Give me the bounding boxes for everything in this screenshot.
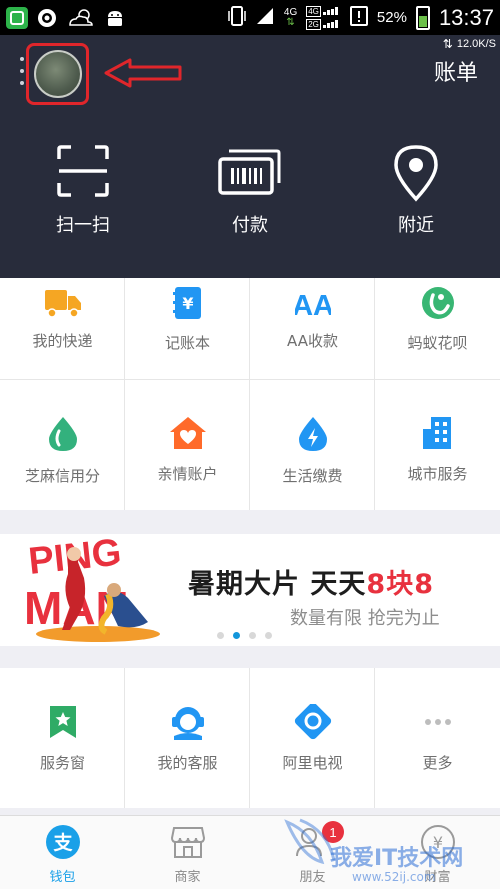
grid-item-aa[interactable]: AA AA收款 (250, 288, 375, 351)
battery-fill (418, 16, 427, 27)
shop-icon (170, 827, 205, 858)
android-icon (104, 7, 126, 29)
grid-item-customer-service[interactable]: 我的客服 (125, 704, 250, 773)
tab-wallet-label: 钱包 (49, 870, 76, 885)
grid-item-city[interactable]: 城市服务 (375, 415, 500, 484)
aa-label: AA收款 (287, 332, 338, 350)
alert-icon (349, 5, 368, 31)
bolt-drop-icon (298, 417, 327, 451)
tab-wallet[interactable]: 支 钱包 (0, 824, 125, 885)
scan-label: 扫一扫 (56, 215, 110, 236)
huabei-label: 蚂蚁花呗 (407, 334, 468, 352)
grid-item-utilities[interactable]: 生活缴费 (250, 415, 375, 486)
banner-title-main: 暑期大片 天天 (188, 569, 367, 600)
more-dots-icon (424, 719, 451, 725)
avatar-highlight-box (26, 43, 89, 105)
grid-item-sesame[interactable]: 芝麻信用分 (0, 415, 125, 486)
avatar[interactable] (33, 50, 82, 98)
watermark-text: 我爱IT技术网 (330, 846, 464, 871)
location-pin-icon (394, 145, 438, 202)
sim1-label: 4G (306, 5, 321, 17)
network-4g-label: 4G (283, 6, 298, 18)
banner-title-highlight: 8块8 (366, 569, 434, 600)
customer-service-icon (171, 707, 204, 740)
tab-merchant[interactable]: 商家 (125, 824, 250, 885)
vibrate-icon (228, 5, 246, 31)
status-time: 13:37 (438, 4, 494, 30)
barcode-icon (218, 149, 281, 195)
customer-service-label: 我的客服 (157, 754, 218, 772)
site-watermark: 我爱IT技术网 www.52ij.com (282, 808, 500, 889)
movie-poster-image: PING MAN (24, 538, 160, 642)
grid-item-ledger[interactable]: ¥ 记账本 (125, 286, 250, 353)
more-label: 更多 (422, 754, 453, 772)
heart-house-icon (169, 417, 206, 449)
banner-subtitle: 数量有限 抢完为止 (290, 608, 440, 629)
svg-text:¥: ¥ (182, 294, 193, 313)
sim2-label: 2G (306, 18, 321, 30)
network-4g-indicator: 4G ⇅ (283, 6, 298, 28)
tv-icon (294, 704, 331, 740)
browser-icon (36, 7, 58, 29)
watermark-url: www.52ij.com (352, 870, 436, 884)
carousel-dot (249, 632, 256, 639)
scan-button[interactable]: 扫一扫 (23, 143, 143, 237)
service-window-icon (49, 706, 76, 738)
carousel-dot (265, 632, 272, 639)
wifi-icon (255, 6, 275, 30)
menu-dots-icon[interactable] (18, 57, 26, 85)
annotation-arrow-icon (104, 58, 182, 88)
banner-title: 暑期大片 天天8块8 (188, 562, 434, 601)
pay-button[interactable]: 付款 (190, 143, 310, 237)
weather-icon (66, 7, 96, 29)
sesame-drop-icon (48, 417, 77, 451)
battery-percent: 52% (376, 9, 407, 26)
building-icon (422, 417, 451, 449)
city-label: 城市服务 (407, 465, 468, 483)
family-label: 亲情账户 (157, 465, 218, 483)
network-speed-text: 12.0K/S (456, 38, 496, 50)
utilities-label: 生活缴费 (282, 467, 343, 485)
bill-button[interactable]: 账单 (434, 55, 478, 87)
app-notification-icon (6, 6, 28, 29)
wallet-icon: 支 (45, 825, 80, 859)
grid-item-more[interactable]: 更多 (375, 704, 500, 773)
svg-text:支: 支 (52, 832, 73, 854)
status-bar: 4G ⇅ 4G 2G 52% 13:37 (0, 0, 500, 35)
nearby-label: 附近 (398, 215, 434, 236)
speed-arrows-icon: ⇅ (442, 37, 453, 51)
svg-text:AA: AA (295, 290, 331, 318)
grid-item-ali-tv[interactable]: 阿里电视 (250, 704, 375, 773)
network-speed: ⇅ 12.0K/S (443, 37, 496, 51)
delivery-truck-icon (44, 290, 81, 318)
service-window-label: 服务窗 (39, 754, 85, 772)
sesame-label: 芝麻信用分 (24, 467, 100, 485)
carousel-dot-active (233, 632, 240, 639)
grid-item-service-window[interactable]: 服务窗 (0, 704, 125, 773)
nearby-button[interactable]: 附近 (356, 143, 476, 237)
promo-banner[interactable]: PING MAN 暑期大片 天天8块8 数量有限 抢完为止 (0, 534, 500, 646)
tab-merchant-label: 商家 (174, 870, 201, 885)
grid-item-express[interactable]: 我的快递 (0, 288, 125, 351)
carousel-dot (217, 632, 224, 639)
yuan-book-icon: ¥ (172, 287, 201, 319)
carousel-indicator[interactable] (217, 632, 272, 639)
grid-item-huabei[interactable]: 蚂蚁花呗 (375, 286, 500, 353)
tools-grid: 服务窗 我的客服 阿里电视 更多 (0, 668, 500, 808)
pay-label: 付款 (232, 215, 268, 236)
grid-item-family[interactable]: 亲情账户 (125, 415, 250, 484)
data-arrows-icon: ⇅ (286, 16, 295, 28)
services-grid: 我的快递 ¥ 记账本 AA AA收款 蚂蚁花呗 芝麻信用分 亲情账户 生活缴费 … (0, 278, 500, 510)
dual-sim-signal: 4G 2G (306, 5, 341, 30)
aa-icon: AA (295, 290, 331, 318)
ali-tv-label: 阿里电视 (282, 754, 343, 772)
huabei-icon (421, 287, 454, 319)
express-label: 我的快递 (32, 332, 93, 350)
top-panel: ⇅ 12.0K/S 账单 扫一扫 付款 附近 (0, 35, 500, 278)
battery-icon (415, 5, 430, 30)
ledger-label: 记账本 (164, 334, 210, 352)
scan-icon (57, 145, 109, 197)
